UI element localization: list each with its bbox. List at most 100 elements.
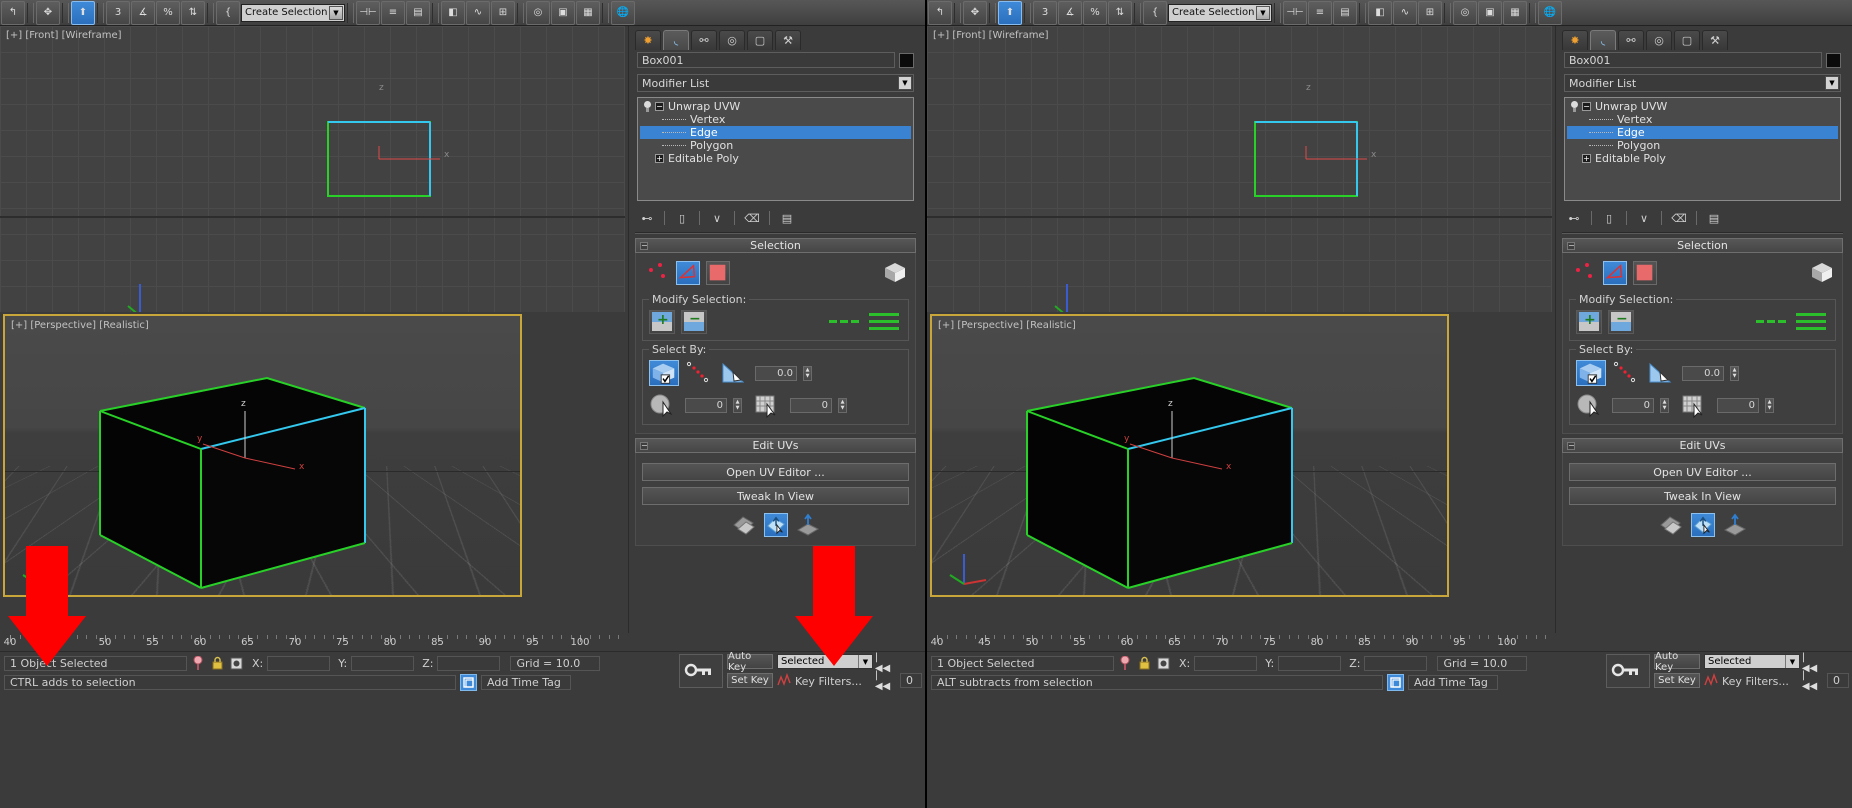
material-editor-icon[interactable]: ◧	[441, 1, 465, 25]
motion-tab[interactable]: ◎	[1646, 30, 1672, 50]
mirror-icon[interactable]: ⊣⊢	[356, 1, 380, 25]
chevron-down-icon[interactable]: ▼	[1256, 6, 1270, 20]
show-end-result-icon[interactable]: ▯	[1599, 209, 1619, 227]
expander-icon[interactable]: −	[655, 102, 664, 111]
isolate-selection-icon[interactable]	[229, 656, 244, 671]
modifier-stack-item[interactable]: Polygon	[640, 139, 911, 152]
pin-stack-icon[interactable]: ⊷	[1564, 209, 1584, 227]
isolate-selection-icon[interactable]	[1156, 656, 1171, 671]
utilities-tab[interactable]: ⚒	[1702, 30, 1728, 50]
viewport-front[interactable]: [+] [Front] [Wireframe]zx	[927, 26, 1552, 312]
selection-rollout-header[interactable]: −Selection	[1562, 238, 1843, 253]
object-color-swatch[interactable]	[899, 53, 914, 68]
modifier-stack-item[interactable]: Vertex	[640, 113, 911, 126]
viewport-front[interactable]: [+] [Front] [Wireframe]zx	[0, 26, 625, 312]
grow-selection-button[interactable]: +	[1576, 310, 1602, 334]
curve-editor-icon[interactable]: ∿	[466, 1, 490, 25]
pelt-uv-icon[interactable]	[1723, 513, 1747, 537]
render-to-texture-icon[interactable]: 🌐	[1538, 1, 1562, 25]
align-icon[interactable]: ≡	[381, 1, 405, 25]
snaps-toggle-icon[interactable]: 3	[1033, 1, 1057, 25]
object-name-field[interactable]: Box001	[1564, 52, 1822, 68]
open-uv-editor-mode-icon[interactable]	[732, 513, 756, 537]
align-icon[interactable]: ≡	[1308, 1, 1332, 25]
modifier-stack-item[interactable]: Edge	[640, 126, 911, 139]
create-tab[interactable]: ✸	[635, 30, 661, 50]
layer-manager-icon[interactable]: ▤	[406, 1, 430, 25]
remove-modifier-icon[interactable]: ⌫	[742, 209, 762, 227]
curve-editor-icon[interactable]: ∿	[1393, 1, 1417, 25]
ignore-backfacing-button[interactable]	[649, 360, 679, 386]
shrink-selection-button[interactable]: −	[1608, 310, 1634, 334]
auto-key-button[interactable]: Auto Key	[1654, 654, 1700, 669]
edit-uvs-rollout-header[interactable]: −Edit UVs	[1562, 438, 1843, 453]
x-coordinate-field[interactable]	[1194, 656, 1257, 671]
object-color-swatch[interactable]	[1826, 53, 1841, 68]
chevron-down-icon[interactable]: ▼	[329, 6, 343, 20]
ring-uv-button[interactable]	[1795, 311, 1829, 333]
angle-snap-icon[interactable]: ∡	[1058, 1, 1082, 25]
angle-snap-icon[interactable]: ∡	[131, 1, 155, 25]
make-unique-icon[interactable]: ∨	[707, 209, 727, 227]
y-coordinate-field[interactable]	[1278, 656, 1341, 671]
create-tab[interactable]: ✸	[1562, 30, 1588, 50]
collapse-icon[interactable]: −	[1567, 442, 1575, 450]
smoothing-group-value[interactable]: 0	[790, 398, 832, 413]
create-selection-set-combo[interactable]: Create Selection Se▼	[241, 4, 345, 22]
render-to-texture-icon[interactable]: 🌐	[611, 1, 635, 25]
named-selection-sets-icon[interactable]: {	[1143, 1, 1167, 25]
open-uv-editor-button[interactable]: Open UV Editor ...	[642, 463, 909, 481]
modifier-list-dropdown[interactable]: Modifier List▼	[637, 74, 914, 92]
polygon-mode-button[interactable]	[1633, 261, 1657, 285]
utilities-tab[interactable]: ⚒	[775, 30, 801, 50]
select-and-move-icon[interactable]: ✥	[36, 1, 60, 25]
absolute-relative-toggle-icon[interactable]	[191, 656, 206, 671]
edge-mode-button[interactable]	[676, 261, 700, 285]
undo-icon[interactable]: ↰	[1, 1, 25, 25]
undo-icon[interactable]: ↰	[928, 1, 952, 25]
tweak-in-view-button[interactable]: Tweak In View	[642, 487, 909, 505]
y-coordinate-field[interactable]	[351, 656, 414, 671]
render-setup-icon[interactable]: ◎	[526, 1, 550, 25]
add-time-tag-field[interactable]: Add Time Tag	[481, 675, 571, 690]
chevron-down-icon[interactable]: ▼	[1825, 76, 1839, 90]
open-uv-editor-mode-icon[interactable]	[1659, 513, 1683, 537]
loop-uv-button[interactable]	[828, 311, 862, 333]
create-selection-set-combo[interactable]: Create Selection Se▼	[1168, 4, 1272, 22]
ignore-backfacing-button[interactable]	[1576, 360, 1606, 386]
light-bulb-icon[interactable]	[643, 101, 652, 112]
loop-uv-button[interactable]	[1755, 311, 1789, 333]
spinner-snap-icon[interactable]: ⇅	[181, 1, 205, 25]
display-tab[interactable]: ▢	[747, 30, 773, 50]
pin-stack-icon[interactable]: ⊷	[637, 209, 657, 227]
smoothing-group-spinner[interactable]: ▲▼	[838, 398, 847, 413]
absolute-relative-toggle-icon[interactable]	[1118, 656, 1133, 671]
planar-angle-spinner[interactable]: ▲▼	[1730, 366, 1739, 381]
planar-angle-icon[interactable]	[719, 360, 749, 386]
collapse-icon[interactable]: −	[1567, 242, 1575, 250]
edge-mode-button[interactable]	[1603, 261, 1627, 285]
select-by-material-id-icon[interactable]	[649, 392, 679, 418]
select-by-smoothing-group-icon[interactable]	[1681, 392, 1711, 418]
render-production-icon[interactable]: ▦	[576, 1, 600, 25]
time-slider-ruler[interactable]: 404550556065707580859095100	[927, 633, 1852, 651]
display-tab[interactable]: ▢	[1674, 30, 1700, 50]
snapshot-icon[interactable]	[1387, 674, 1404, 691]
modifier-stack-item[interactable]: −Unwrap UVW	[1567, 100, 1838, 113]
key-filter-dropdown[interactable]: Selected▼	[1704, 654, 1800, 669]
material-id-value[interactable]: 0	[1612, 398, 1654, 413]
render-setup-icon[interactable]: ◎	[1453, 1, 1477, 25]
material-id-value[interactable]: 0	[685, 398, 727, 413]
planar-angle-value[interactable]: 0.0	[1682, 366, 1724, 381]
render-frame-icon[interactable]: ▣	[1478, 1, 1502, 25]
smoothing-group-spinner[interactable]: ▲▼	[1765, 398, 1774, 413]
element-mode-button[interactable]	[883, 261, 907, 285]
motion-tab[interactable]: ◎	[719, 30, 745, 50]
render-frame-icon[interactable]: ▣	[551, 1, 575, 25]
named-selection-sets-icon[interactable]: {	[216, 1, 240, 25]
chevron-down-icon[interactable]: ▼	[898, 76, 912, 90]
modify-tab[interactable]: ◟	[1590, 30, 1616, 50]
spinner-snap-icon[interactable]: ⇅	[1108, 1, 1132, 25]
remove-modifier-icon[interactable]: ⌫	[1669, 209, 1689, 227]
element-mode-button[interactable]	[1810, 261, 1834, 285]
